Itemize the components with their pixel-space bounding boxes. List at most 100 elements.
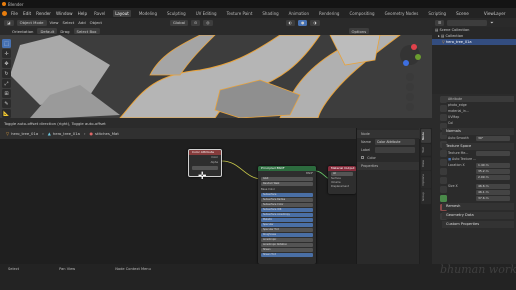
- outliner-search-input[interactable]: [447, 19, 488, 26]
- node-panel-section-label: Node: [361, 132, 370, 136]
- menu-window[interactable]: Window: [56, 11, 73, 16]
- node-subsurface-radius-field[interactable]: Subsurface Radius: [261, 198, 313, 202]
- texture-space-section[interactable]: Texture Space: [442, 143, 514, 150]
- normals-section[interactable]: Normals: [442, 128, 514, 135]
- remesh-section[interactable]: Remesh: [442, 203, 514, 210]
- node-subsurface-field[interactable]: Subsurface: [261, 193, 313, 197]
- workspace-tab-layout[interactable]: Layout: [113, 9, 131, 17]
- node-properties-section[interactable]: Properties: [357, 162, 419, 170]
- workspace-tab-geometry-nodes[interactable]: Geometry Nodes: [383, 10, 421, 17]
- viewport-menu-view[interactable]: View: [50, 20, 59, 25]
- checkbox-icon[interactable]: [361, 156, 364, 159]
- node-subsurface-ior-field[interactable]: Subsurface IOR: [261, 208, 313, 212]
- viewport-menu-select[interactable]: Select: [63, 20, 75, 25]
- workspace-tab-animation[interactable]: Animation: [287, 10, 311, 17]
- node-panel-section[interactable]: Node: [357, 130, 419, 138]
- tab-node[interactable]: Node: [421, 129, 431, 143]
- cursor-tool-icon[interactable]: ✛: [2, 49, 11, 58]
- location-z-field[interactable]: 2.09 m: [476, 175, 510, 180]
- shading-solid-button[interactable]: ●: [297, 19, 308, 26]
- node-output-target-dropdown[interactable]: All: [331, 172, 353, 176]
- menu-edit[interactable]: Edit: [23, 11, 31, 16]
- node-specular-tint-field[interactable]: Specular Tint: [261, 228, 313, 232]
- size-z-field[interactable]: 37.6 m: [476, 196, 510, 201]
- node-sheen-tint-field[interactable]: Sheen Tint: [261, 253, 313, 257]
- outliner-row-hero-tree[interactable]: ▽ hero_tree_01a: [432, 39, 516, 45]
- workspace-tab-compositing[interactable]: Compositing: [347, 10, 376, 17]
- axis-z-label: [448, 175, 449, 179]
- node-specular-field[interactable]: Specular: [261, 223, 313, 227]
- editor-type-button[interactable]: ◪: [4, 19, 14, 26]
- breadcrumb-object[interactable]: hero_tree_01a: [11, 131, 38, 136]
- node-output-alpha: Alpha: [189, 160, 221, 165]
- rotate-tool-icon[interactable]: ↻: [2, 69, 11, 78]
- breadcrumb-mesh[interactable]: hero_tree_01a: [53, 131, 80, 136]
- workspace-tab-sculpting[interactable]: Sculpting: [165, 10, 188, 17]
- tab-tool[interactable]: Tool: [421, 143, 431, 156]
- workspace-tab-texture-paint[interactable]: Texture Paint: [225, 10, 255, 17]
- node-base-color-row[interactable]: Base Color: [258, 187, 316, 192]
- workspace-tab-modeling[interactable]: Modeling: [137, 10, 159, 17]
- transform-orientation-dropdown[interactable]: Global: [169, 19, 189, 26]
- menu-render[interactable]: Render: [36, 11, 51, 16]
- tab-group[interactable]: Group: [421, 189, 431, 205]
- proportional-edit-button[interactable]: ◎: [203, 19, 213, 26]
- node-subsurface-color-field[interactable]: Subsurface Color: [261, 203, 313, 207]
- node-color-row[interactable]: Color: [357, 154, 419, 162]
- transform-tool-icon[interactable]: ⊞: [2, 89, 11, 98]
- navigation-gizmo[interactable]: [394, 41, 426, 113]
- node-material-output[interactable]: Material Output All Surface Volume Displ…: [328, 166, 356, 194]
- mode-dropdown[interactable]: Object Mode: [16, 19, 47, 26]
- node-output-color-label: Color: [211, 156, 218, 159]
- viewport-menu-add[interactable]: Add: [78, 20, 85, 25]
- node-roughness-field[interactable]: Roughness: [261, 233, 313, 237]
- filter-icon[interactable]: ⏷: [490, 20, 493, 25]
- workspace-tab-uv-editing[interactable]: UV Editing: [194, 10, 219, 17]
- geometry-data-section[interactable]: Geometry Data: [442, 212, 514, 219]
- breadcrumb-material[interactable]: stitches_Mat: [95, 131, 119, 136]
- workspace-tab-rendering[interactable]: Rendering: [317, 10, 341, 17]
- menu-help[interactable]: Help: [78, 11, 88, 16]
- node-subsurface-anisotropy-field[interactable]: Subsurface Anisotropy: [261, 213, 313, 217]
- move-tool-icon[interactable]: ✥: [2, 59, 11, 68]
- attribute-row[interactable]: Col: [442, 120, 514, 126]
- snap-button[interactable]: ⊙: [191, 19, 201, 26]
- node-attribute-field[interactable]: [192, 166, 218, 170]
- scene-selector[interactable]: Scene: [456, 11, 469, 16]
- node-label-field[interactable]: [375, 147, 415, 153]
- workspace-tab-shading[interactable]: Shading: [260, 10, 280, 17]
- measure-tool-icon[interactable]: 📐: [2, 109, 11, 118]
- shading-material-button[interactable]: ◑: [310, 19, 320, 26]
- tab-view[interactable]: View: [421, 156, 431, 170]
- node-anisotropic-rotation-field[interactable]: Anisotropic Rotation: [261, 243, 313, 247]
- tree-model[interactable]: [0, 35, 432, 118]
- auto-smooth-angle-field[interactable]: 30°: [476, 136, 510, 141]
- status-pan-view: Pan View: [59, 267, 76, 271]
- node-anisotropic-field[interactable]: Anisotropic: [261, 238, 313, 242]
- orientation-dropdown[interactable]: Default: [37, 28, 58, 34]
- workspace-tab-ravel[interactable]: Ravel: [92, 10, 107, 17]
- viewport-menu-object[interactable]: Object: [90, 20, 102, 25]
- node-sheen-field[interactable]: Sheen: [261, 248, 313, 252]
- annotate-tool-icon[interactable]: ✎: [2, 99, 11, 108]
- node-principled-bsdf[interactable]: Principled BSDF BSDF GGX Random Walk Bas…: [258, 166, 316, 264]
- drag-dropdown[interactable]: Select Box: [73, 28, 100, 34]
- viewport-header: ◪ Object Mode View Select Add Object Glo…: [0, 18, 432, 27]
- node-distribution-dropdown[interactable]: GGX: [261, 177, 313, 181]
- scale-tool-icon[interactable]: ⤢: [2, 79, 11, 88]
- select-box-tool-icon[interactable]: ⬚: [2, 39, 11, 48]
- outliner-editor-type-button[interactable]: ☰: [435, 19, 445, 26]
- auto-smooth-row[interactable]: Auto Smooth 30°: [442, 135, 514, 141]
- view-layer-selector[interactable]: ViewLayer: [484, 11, 506, 16]
- overlay-button[interactable]: ◐: [285, 19, 295, 26]
- workspace-tab-scripting[interactable]: Scripting: [426, 10, 448, 17]
- node-subsurface-method-dropdown[interactable]: Random Walk: [261, 182, 313, 186]
- tab-options[interactable]: Options: [421, 170, 431, 189]
- options-dropdown[interactable]: Options: [348, 28, 370, 34]
- blender-menu-icon[interactable]: [2, 10, 7, 16]
- node-name-field[interactable]: Color Attribute: [375, 139, 415, 145]
- menu-file[interactable]: File: [11, 11, 18, 16]
- node-metallic-field[interactable]: Metallic: [261, 218, 313, 222]
- custom-properties-section[interactable]: Custom Properties: [442, 221, 514, 228]
- 3d-viewport[interactable]: ⬚ ✛ ✥ ↻ ⤢ ⊞ ✎ 📐: [0, 35, 432, 118]
